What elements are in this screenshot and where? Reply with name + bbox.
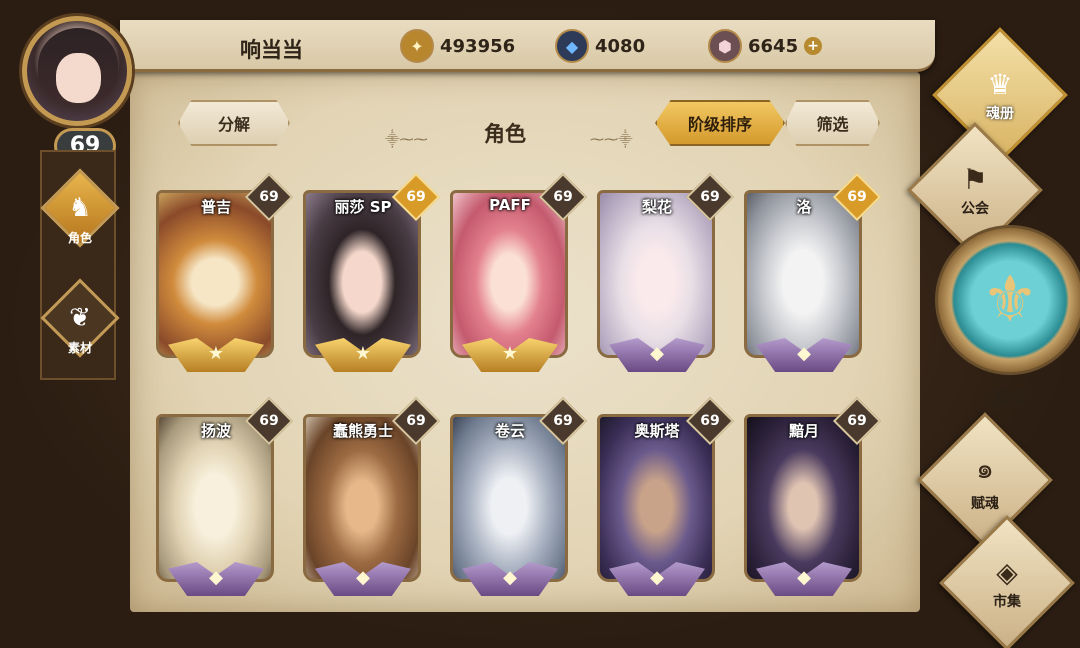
left-tab-bar: ♞ 角色 ❦ 素材 (40, 150, 120, 380)
pink-gem-icon: ⬢ (708, 29, 742, 63)
character-card[interactable]: 奥斯塔 69 ◆ (591, 396, 735, 600)
player-name: 响当当 (240, 38, 303, 62)
rank-star-icon: ◆ (356, 567, 370, 588)
material-icon: ❦ (69, 303, 91, 333)
menu-journey[interactable]: ⚜ 旅途 (935, 225, 1080, 415)
gold-coin-icon: ✦ (400, 29, 434, 63)
tab-material[interactable]: ❦ 素材 (40, 278, 120, 362)
character-card[interactable]: 扬波 69 ◆ (150, 396, 294, 600)
rank-star-icon: ★ (501, 343, 519, 364)
filter-button[interactable]: 筛选 (785, 100, 880, 146)
portrait-girl-pink-hair (450, 190, 568, 358)
title-ornament-left: ⸎⁓⁓ (385, 132, 428, 148)
character-card[interactable]: 洛 69 ◆ (738, 172, 882, 376)
journey-emblem-icon: ⚜ (981, 263, 1039, 337)
add-gem-button[interactable]: + (804, 37, 823, 55)
rank-star-icon: ◆ (503, 567, 517, 588)
rank-star-icon: ◆ (650, 567, 664, 588)
spiral-soul-icon: ๑ (976, 452, 994, 485)
gold-currency: ✦ 493956 (400, 29, 515, 63)
book-spirit-icon: ♛ (987, 67, 1013, 101)
rank-star-icon: ◆ (797, 567, 811, 588)
rank-star-icon: ◆ (650, 343, 664, 364)
sort-by-rank-button[interactable]: 阶级排序 (655, 100, 785, 146)
tab-material-label: 素材 (67, 341, 92, 355)
tab-character[interactable]: ♞ 角色 (40, 168, 120, 252)
menu-market-label: 市集 (993, 593, 1021, 610)
guild-banner-icon: ⚑ (962, 162, 988, 196)
character-card[interactable]: 卷云 69 ◆ (444, 396, 588, 600)
menu-soul-infuse[interactable]: ๑ 赋魂 (917, 412, 1053, 548)
menu-market[interactable]: ◈ 市集 (939, 515, 1075, 648)
decompose-button[interactable]: 分解 (178, 100, 290, 146)
tab-character-label: 角色 (67, 231, 92, 245)
title-ornament-right: ⁓⁓⸎ (590, 132, 633, 148)
crystal-currency: ◆ 4080 (555, 29, 645, 63)
rank-star-icon: ★ (354, 343, 372, 364)
gem-value: 6645 (748, 35, 799, 57)
character-card[interactable]: 丽莎 SP 69 ★ (297, 172, 441, 376)
character-card[interactable]: 普吉 69 ★ (150, 172, 294, 376)
rank-star-icon: ◆ (797, 343, 811, 364)
blue-crystal-icon: ◆ (555, 29, 589, 63)
character-icon: ♞ (68, 193, 92, 223)
menu-soul-book-label: 魂册 (986, 105, 1014, 122)
rank-star-icon: ★ (207, 343, 225, 364)
menu-soul-book[interactable]: ♛ 魂册 (932, 27, 1068, 163)
crystal-value: 4080 (595, 35, 646, 57)
gold-value: 493956 (440, 35, 516, 57)
character-card[interactable]: 黯月 69 ◆ (738, 396, 882, 600)
menu-journey-label: 旅途 (993, 388, 1027, 408)
gem-currency: ⬢ 6645 + (708, 29, 823, 63)
market-gem-icon: ◈ (996, 555, 1018, 589)
character-card[interactable]: 梨花 69 ◆ (591, 172, 735, 376)
rank-star-icon: ◆ (209, 567, 223, 588)
character-card[interactable]: 蠢熊勇士 69 ◆ (297, 396, 441, 600)
character-card[interactable]: PAFF 69 ★ (444, 172, 588, 376)
player-avatar[interactable]: 69 (8, 8, 158, 164)
page-title: 角色 (484, 122, 526, 146)
menu-soul-infuse-label: 赋魂 (971, 496, 999, 512)
avatar-face (56, 53, 101, 103)
menu-guild-label: 公会 (961, 200, 989, 217)
